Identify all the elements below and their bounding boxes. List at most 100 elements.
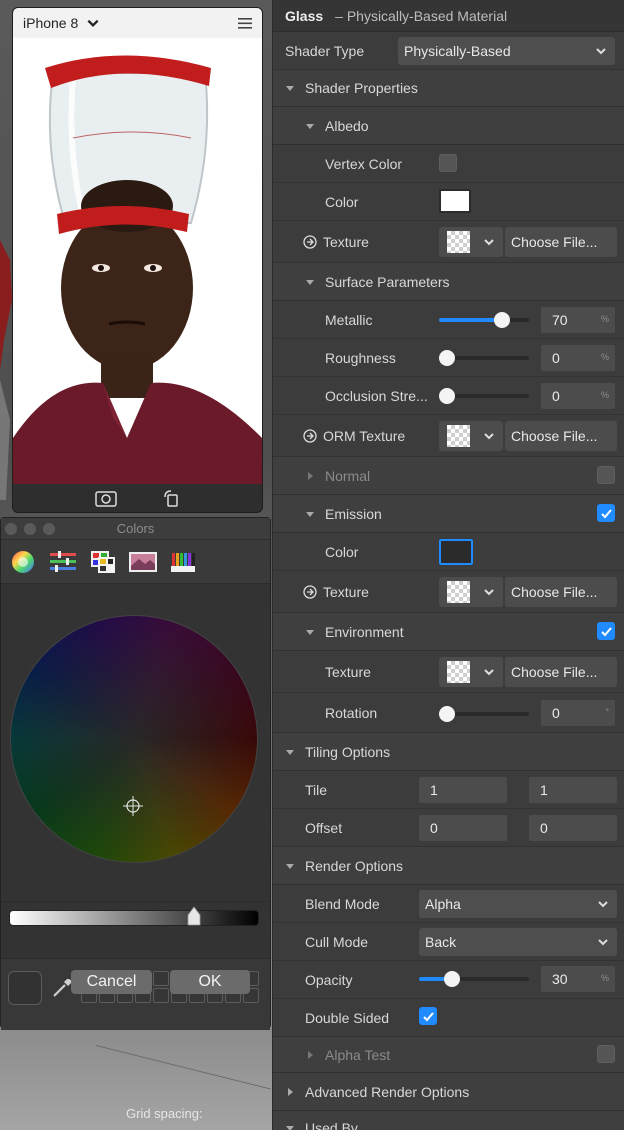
orm-choose-file-button[interactable]: Choose File... xyxy=(505,421,617,451)
checkmark-icon xyxy=(601,627,612,637)
offset-y-field[interactable]: 0 xyxy=(529,815,617,841)
blend-mode-label: Blend Mode xyxy=(305,895,380,912)
device-footer xyxy=(13,484,262,512)
orm-texture-picker[interactable] xyxy=(439,421,503,451)
link-arrow-icon[interactable] xyxy=(303,584,317,599)
normal-checkbox[interactable] xyxy=(597,466,615,484)
albedo-texture-label: Texture xyxy=(323,233,369,250)
tab-pencils[interactable] xyxy=(167,546,199,578)
brightness-slider[interactable] xyxy=(9,910,259,926)
section-render-options[interactable]: Render Options xyxy=(273,847,624,885)
blend-mode-dropdown[interactable]: Alpha xyxy=(419,890,617,918)
section-used-by[interactable]: Used By xyxy=(273,1111,624,1130)
swatch-slot[interactable] xyxy=(153,988,169,1003)
pencils-icon xyxy=(171,552,195,572)
link-arrow-icon[interactable] xyxy=(303,234,317,249)
rotation-slider[interactable] xyxy=(439,706,529,722)
emission-checkbox[interactable] xyxy=(597,504,615,522)
albedo-color-swatch[interactable] xyxy=(439,189,471,213)
vertex-color-label: Vertex Color xyxy=(325,155,403,172)
device-name[interactable]: iPhone 8 xyxy=(23,15,78,31)
disclosure-closed-icon xyxy=(288,1087,293,1096)
albedo-texture-picker[interactable] xyxy=(439,227,503,257)
disclosure-open-icon xyxy=(286,863,294,869)
tile-label: Tile xyxy=(305,781,328,798)
color-wheel[interactable] xyxy=(10,615,258,863)
albedo-choose-file-button[interactable]: Choose File... xyxy=(505,227,617,257)
emission-choose-file-button[interactable]: Choose File... xyxy=(505,577,617,607)
brightness-thumb[interactable] xyxy=(187,906,201,926)
rotate-device-icon[interactable] xyxy=(162,489,180,507)
double-sided-checkbox[interactable] xyxy=(419,1007,437,1025)
section-normal[interactable]: Normal xyxy=(273,457,624,495)
alpha-test-checkbox[interactable] xyxy=(597,1045,615,1063)
cull-mode-dropdown[interactable]: Back xyxy=(419,928,617,956)
section-albedo[interactable]: Albedo xyxy=(273,107,624,145)
blend-mode-value: Alpha xyxy=(425,896,461,912)
opacity-slider[interactable] xyxy=(419,971,529,987)
crosshair-icon[interactable] xyxy=(123,796,143,816)
colors-title-bar[interactable]: Colors xyxy=(1,518,270,540)
environment-checkbox[interactable] xyxy=(597,622,615,640)
tab-color-palettes[interactable] xyxy=(87,546,119,578)
tile-y-field[interactable]: 1 xyxy=(529,777,617,803)
section-label: Albedo xyxy=(325,117,369,134)
tab-color-wheel[interactable] xyxy=(7,546,39,578)
material-inspector: Glass – Physically-Based Material Shader… xyxy=(272,0,624,1130)
emission-color-swatch[interactable] xyxy=(439,539,473,565)
metallic-slider-thumb[interactable] xyxy=(494,312,510,328)
disclosure-open-icon xyxy=(286,86,294,91)
tab-color-sliders[interactable] xyxy=(47,546,79,578)
device-preview: iPhone 8 xyxy=(12,7,263,513)
metallic-slider[interactable] xyxy=(439,312,529,328)
swatch-slot[interactable] xyxy=(153,971,169,986)
occlusion-slider-thumb[interactable] xyxy=(439,388,455,404)
offset-x-field[interactable]: 0 xyxy=(419,815,507,841)
ok-button[interactable]: OK xyxy=(170,970,250,994)
chevron-down-icon xyxy=(598,901,608,908)
menu-icon[interactable] xyxy=(238,17,252,29)
disclosure-open-icon xyxy=(306,279,314,285)
section-alpha-test[interactable]: Alpha Test xyxy=(273,1037,624,1073)
opacity-slider-thumb[interactable] xyxy=(444,971,460,987)
section-environment[interactable]: Environment xyxy=(273,613,624,651)
roughness-field[interactable]: 0 % xyxy=(541,345,615,371)
vertex-color-checkbox[interactable] xyxy=(439,154,457,172)
occlusion-label: Occlusion Stre... xyxy=(325,387,428,404)
scene-object-edge xyxy=(0,380,10,500)
shader-type-dropdown[interactable]: Physically-Based xyxy=(398,37,615,65)
eyedropper-icon[interactable] xyxy=(51,977,73,999)
double-sided-label: Double Sided xyxy=(305,1009,390,1026)
color-palettes-icon xyxy=(91,550,115,573)
emission-texture-picker[interactable] xyxy=(439,577,503,607)
chevron-down-icon xyxy=(484,239,494,246)
roughness-slider[interactable] xyxy=(439,350,529,366)
link-arrow-icon[interactable] xyxy=(303,428,317,443)
occlusion-slider[interactable] xyxy=(439,388,529,404)
grid-spacing-label: Grid spacing: xyxy=(126,1106,203,1121)
rotation-field[interactable]: 0 ° xyxy=(541,700,615,726)
opacity-field[interactable]: 30 % xyxy=(541,966,615,992)
section-tiling-options[interactable]: Tiling Options xyxy=(273,733,624,771)
section-label: Tiling Options xyxy=(305,743,391,760)
material-type: – Physically-Based Material xyxy=(335,7,508,24)
rotation-slider-thumb[interactable] xyxy=(439,706,455,722)
percent-unit: % xyxy=(600,390,609,400)
chevron-down-icon[interactable] xyxy=(86,16,100,30)
occlusion-field[interactable]: 0 % xyxy=(541,383,615,409)
section-advanced-render-options[interactable]: Advanced Render Options xyxy=(273,1073,624,1111)
environment-texture-picker[interactable] xyxy=(439,657,503,687)
section-shader-properties[interactable]: Shader Properties xyxy=(273,70,624,107)
cancel-button[interactable]: Cancel xyxy=(71,970,152,994)
metallic-field[interactable]: 70 % xyxy=(541,307,615,333)
tab-image-palettes[interactable] xyxy=(127,546,159,578)
section-emission[interactable]: Emission xyxy=(273,495,624,533)
orm-texture-label: ORM Texture xyxy=(323,427,406,444)
current-color-swatch[interactable] xyxy=(8,971,42,1005)
tile-x-field[interactable]: 1 xyxy=(419,777,507,803)
section-surface-parameters[interactable]: Surface Parameters xyxy=(273,263,624,301)
environment-choose-file-button[interactable]: Choose File... xyxy=(505,657,617,687)
roughness-slider-thumb[interactable] xyxy=(439,350,455,366)
offset-label: Offset xyxy=(305,819,343,836)
switch-camera-icon[interactable] xyxy=(95,489,117,507)
